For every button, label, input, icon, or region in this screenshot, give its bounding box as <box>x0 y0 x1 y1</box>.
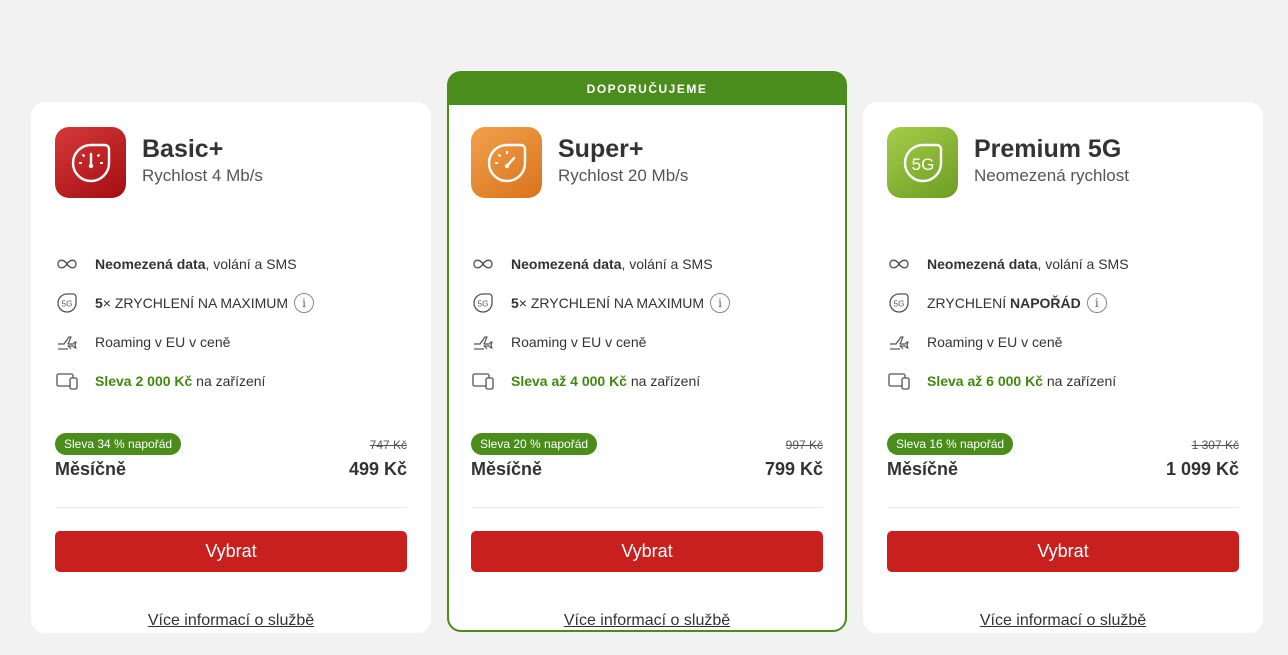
plan-card-premium-5g: 5G Premium 5G Neomezená rychlost Neomeze… <box>863 102 1263 633</box>
speedometer-logo-icon <box>55 127 126 198</box>
discount-badge: Sleva 16 % napořád <box>887 433 1014 455</box>
feature-device-discount: Sleva až 6 000 Kč na zařízení <box>887 361 1239 400</box>
divider <box>471 507 823 508</box>
logo-text: 5G <box>911 155 934 174</box>
feature-speed-boost: 5G 5× ZRYCHLENÍ NA MAXIMUM i <box>55 283 407 322</box>
5g-logo-icon: 5G <box>887 127 958 198</box>
feature-text: ZRYCHLENÍ <box>927 294 1010 311</box>
plan-name: Super+ <box>558 135 644 163</box>
feature-text: Roaming v EU v ceně <box>95 333 231 350</box>
more-info-link[interactable]: Více informací o službě <box>471 612 823 630</box>
plan-name: Premium 5G <box>974 135 1122 163</box>
feature-unlimited-data: Neomezená data, volání a SMS <box>55 244 407 283</box>
feature-text: na zařízení <box>626 372 701 389</box>
monthly-price: 799 Kč <box>764 459 823 479</box>
5g-icon: 5G <box>471 291 495 315</box>
old-price: 747 Kč <box>369 438 407 452</box>
select-button[interactable]: Vybrat <box>471 531 823 572</box>
plan-speed: Neomezená rychlost <box>974 166 1129 185</box>
feature-text: × ZRYCHLENÍ NA MAXIMUM <box>102 294 289 311</box>
feature-bold: Neomezená data <box>95 255 206 272</box>
feature-roaming: Roaming v EU v ceně <box>471 322 823 361</box>
infinity-icon <box>55 252 79 276</box>
discount-amount: Sleva 2 000 Kč <box>95 372 193 389</box>
divider <box>887 507 1239 508</box>
feature-speed-boost: 5G 5× ZRYCHLENÍ NA MAXIMUM i <box>471 283 823 322</box>
infinity-icon <box>887 252 911 276</box>
price-block: Sleva 16 % napořád 1 307 Kč Měsíčně 1 09… <box>887 433 1239 480</box>
monthly-label: Měsíčně <box>887 459 959 479</box>
monthly-price: 499 Kč <box>348 459 407 479</box>
feature-text: , volání a SMS <box>205 255 297 272</box>
divider <box>55 507 407 508</box>
feature-text: Roaming v EU v ceně <box>511 333 647 350</box>
feature-bold: NAPOŘÁD <box>1009 294 1081 311</box>
5g-icon: 5G <box>887 291 911 315</box>
feature-device-discount: Sleva až 4 000 Kč na zařízení <box>471 361 823 400</box>
info-icon[interactable]: i <box>1086 292 1107 313</box>
price-block: Sleva 20 % napořád 997 Kč Měsíčně 799 Kč <box>471 433 823 480</box>
feature-list: Neomezená data, volání a SMS 5G 5× ZRYCH… <box>55 244 407 400</box>
plan-name: Basic+ <box>142 135 224 163</box>
discount-amount: Sleva až 6 000 Kč <box>927 372 1043 389</box>
plane-icon <box>55 330 79 354</box>
monthly-label: Měsíčně <box>55 459 127 479</box>
discount-badge: Sleva 20 % napořád <box>471 433 598 455</box>
svg-text:5G: 5G <box>894 299 905 308</box>
select-button[interactable]: Vybrat <box>887 531 1239 572</box>
devices-icon <box>471 369 495 393</box>
feature-roaming: Roaming v EU v ceně <box>887 322 1239 361</box>
feature-unlimited-data: Neomezená data, volání a SMS <box>471 244 823 283</box>
monthly-label: Měsíčně <box>471 459 543 479</box>
plane-icon <box>887 330 911 354</box>
more-info-link[interactable]: Více informací o službě <box>887 612 1239 630</box>
plan-card-basic: Basic+ Rychlost 4 Mb/s Neomezená data, v… <box>31 102 431 633</box>
feature-speed-boost: 5G ZRYCHLENÍ NAPOŘÁD i <box>887 283 1239 322</box>
feature-device-discount: Sleva 2 000 Kč na zařízení <box>55 361 407 400</box>
infinity-icon <box>471 252 495 276</box>
feature-roaming: Roaming v EU v ceně <box>55 322 407 361</box>
plan-speed: Rychlost 4 Mb/s <box>142 166 263 185</box>
feature-text: , volání a SMS <box>1037 255 1129 272</box>
old-price: 997 Kč <box>785 438 823 452</box>
discount-badge: Sleva 34 % napořád <box>55 433 182 455</box>
plan-header: Basic+ Rychlost 4 Mb/s <box>55 127 407 198</box>
feature-text: na zařízení <box>1042 372 1117 389</box>
monthly-price: 1 099 Kč <box>1165 459 1239 479</box>
feature-text: Roaming v EU v ceně <box>927 333 1063 350</box>
plan-speed: Rychlost 20 Mb/s <box>558 166 689 185</box>
plan-header: Super+ Rychlost 20 Mb/s <box>471 127 823 198</box>
5g-icon: 5G <box>55 291 79 315</box>
select-button[interactable]: Vybrat <box>55 531 407 572</box>
feature-list: Neomezená data, volání a SMS 5G ZRYCHLEN… <box>887 244 1239 400</box>
discount-amount: Sleva až 4 000 Kč <box>511 372 627 389</box>
svg-text:5G: 5G <box>478 299 489 308</box>
feature-bold: Neomezená data <box>927 255 1038 272</box>
info-icon[interactable]: i <box>710 292 731 313</box>
devices-icon <box>887 369 911 393</box>
svg-text:5G: 5G <box>62 299 73 308</box>
feature-text: na zařízení <box>192 372 266 389</box>
plane-icon <box>471 330 495 354</box>
price-block: Sleva 34 % napořád 747 Kč Měsíčně 499 Kč <box>55 433 407 480</box>
feature-bold: Neomezená data <box>511 255 622 272</box>
info-icon[interactable]: i <box>294 292 315 313</box>
feature-text: × ZRYCHLENÍ NA MAXIMUM <box>518 294 705 311</box>
feature-bold: 5 <box>511 294 519 311</box>
plan-header: 5G Premium 5G Neomezená rychlost <box>887 127 1239 198</box>
feature-list: Neomezená data, volání a SMS 5G 5× ZRYCH… <box>471 244 823 400</box>
devices-icon <box>55 369 79 393</box>
speedometer-logo-icon <box>471 127 542 198</box>
more-info-link[interactable]: Více informací o službě <box>55 612 407 630</box>
feature-unlimited-data: Neomezená data, volání a SMS <box>887 244 1239 283</box>
old-price: 1 307 Kč <box>1191 438 1239 452</box>
feature-text: , volání a SMS <box>621 255 713 272</box>
plan-card-super: DOPORUČUJEME Super+ Rychlost 20 Mb/s Neo… <box>447 71 847 632</box>
recommended-ribbon: DOPORUČUJEME <box>449 73 845 105</box>
feature-bold: 5 <box>95 294 103 311</box>
